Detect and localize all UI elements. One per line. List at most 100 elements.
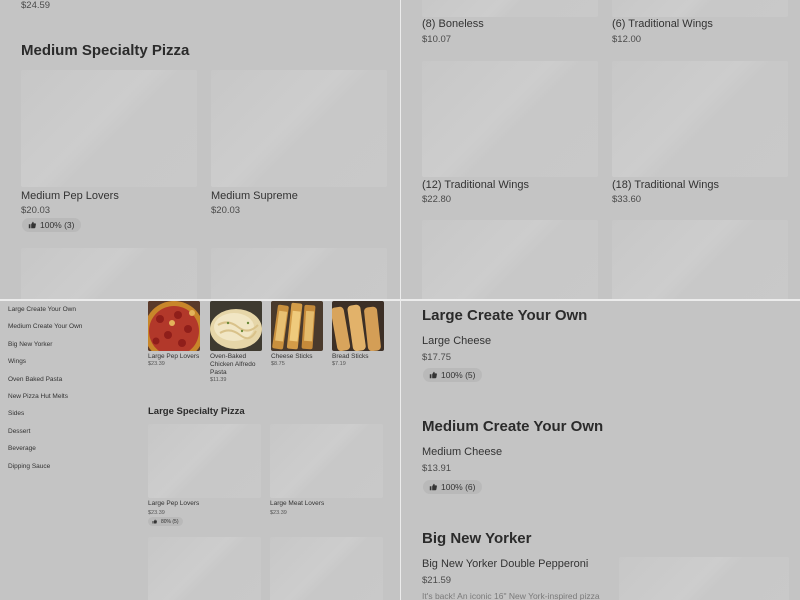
thumbs-up-icon (152, 519, 157, 524)
menu-item-name: (8) Boneless (422, 18, 484, 30)
pasta-illustration (210, 301, 262, 351)
split-divider-horizontal (0, 299, 800, 301)
sidebar-item-medium-create-your-own[interactable]: Medium Create Your Own (8, 323, 82, 330)
panel-top-left: $24.59 Medium Specialty Pizza Medium Pep… (0, 0, 400, 299)
previous-item-price: $24.59 (21, 0, 51, 11)
rating-value: 80% (5) (161, 518, 179, 525)
featured-item-card[interactable]: Cheese Sticks $8.75 (271, 301, 323, 367)
section-title: Medium Specialty Pizza (21, 42, 190, 59)
thumbs-up-icon (429, 483, 437, 491)
menu-item-price: $12.00 (612, 34, 642, 45)
menu-item-name: Medium Cheese (422, 446, 503, 458)
menu-item-image[interactable] (211, 248, 387, 299)
menu-item-image[interactable] (148, 537, 261, 600)
featured-item-price: $7.19 (332, 361, 346, 367)
menu-item-image[interactable] (612, 220, 788, 299)
sidebar-item-oven-baked-pasta[interactable]: Oven Baked Pasta (8, 376, 62, 383)
menu-item-price: $13.91 (422, 463, 452, 474)
menu-item-row[interactable]: Medium Cheese $13.91 (422, 446, 502, 474)
menu-item-image[interactable] (21, 248, 197, 299)
menu-item-name: Large Meat Lovers (270, 500, 325, 507)
sidebar-item-dipping-sauce[interactable]: Dipping Sauce (8, 463, 50, 470)
featured-item-price: $8.75 (271, 361, 285, 367)
menu-item-row[interactable]: Large Cheese $17.75 (422, 335, 491, 363)
menu-item-card[interactable]: (8) Boneless $10.07 (422, 18, 598, 45)
menu-item-card[interactable]: Medium Pep Lovers $20.03 (21, 70, 197, 225)
sidebar-item-wings[interactable]: Wings (8, 358, 26, 365)
featured-item-name: Oven-Baked Chicken Alfredo Pasta (210, 353, 256, 376)
section-title: Big New Yorker (422, 530, 532, 547)
menu-item-name: Large Pep Lovers (148, 500, 200, 507)
pizza-illustration (148, 301, 200, 351)
sidebar-item-dessert[interactable]: Dessert (8, 428, 30, 435)
sidebar-item-new-pizza-hut-melts[interactable]: New Pizza Hut Melts (8, 393, 68, 400)
bread-sticks-image (332, 301, 384, 351)
bread-sticks-illustration (332, 301, 384, 351)
menu-item-price: $21.59 (422, 575, 452, 586)
menu-item-price: $20.03 (21, 205, 51, 216)
menu-item-price: $17.75 (422, 352, 452, 363)
pasta-image (210, 301, 262, 351)
menu-item-image (21, 70, 197, 187)
menu-item-price: $22.80 (422, 194, 452, 205)
sidebar-item-beverage[interactable]: Beverage (8, 445, 36, 452)
menu-item-image (422, 0, 598, 17)
menu-item-image (422, 61, 598, 177)
menu-item-name: Medium Supreme (211, 190, 298, 202)
featured-item-name: Large Pep Lovers (148, 353, 200, 360)
featured-item-price: $11.39 (210, 377, 227, 383)
menu-item-image (612, 61, 788, 177)
thumbs-up-icon (429, 371, 437, 379)
menu-item-card[interactable]: (6) Traditional Wings $12.00 (612, 18, 788, 45)
menu-item-image (211, 70, 387, 187)
sidebar-item-sides[interactable]: Sides (8, 410, 24, 417)
rating-value: 100% (6) (441, 482, 476, 492)
sidebar-item-large-create-your-own[interactable]: Large Create Your Own (8, 306, 76, 313)
menu-item-price: $20.03 (211, 205, 241, 216)
cheese-sticks-illustration (271, 301, 323, 351)
rating-value: 100% (5) (441, 370, 476, 380)
menu-item-image (148, 424, 261, 498)
featured-item-card[interactable]: Large Pep Lovers $23.39 (148, 301, 200, 367)
panel-bottom-right: Large Create Your Own Large Cheese $17.7… (401, 301, 800, 600)
featured-item-price: $23.39 (148, 361, 165, 367)
menu-item-description: It's back! An iconic 16" New York-inspir… (422, 591, 600, 600)
menu-item-name: (12) Traditional Wings (422, 179, 529, 191)
menu-item-price: $33.60 (612, 194, 642, 205)
featured-item-card[interactable]: Bread Sticks $7.19 (332, 301, 384, 367)
menu-item-row[interactable]: Big New Yorker Double Pepperoni $21.59 I… (422, 558, 617, 600)
menu-item-card[interactable]: Large Pep Lovers $23.39 (148, 424, 261, 519)
sidebar-item-big-new-yorker[interactable]: Big New Yorker (8, 341, 52, 348)
rating-badge: 100% (6) (423, 480, 482, 494)
menu-item-image (619, 557, 789, 600)
menu-item-price: $23.39 (270, 510, 287, 516)
menu-item-name: (18) Traditional Wings (612, 179, 719, 191)
panel-bottom-left: Large Create Your Own Medium Create Your… (0, 301, 400, 600)
rating-badge: 80% (5) (148, 517, 183, 526)
featured-item-card[interactable]: Oven-Baked Chicken Alfredo Pasta $11.39 (210, 301, 262, 383)
featured-item-name: Cheese Sticks (271, 353, 313, 360)
section-title: Medium Create Your Own (422, 418, 604, 435)
menu-item-name: Medium Pep Lovers (21, 190, 119, 202)
thumbs-up-icon (28, 221, 36, 229)
section-title: Large Create Your Own (422, 307, 588, 324)
featured-item-name: Bread Sticks (332, 353, 369, 360)
menu-item-card[interactable]: Medium Supreme $20.03 (211, 70, 387, 225)
pizza-image (148, 301, 200, 351)
menu-item-price: $10.07 (422, 34, 452, 45)
cheese-sticks-image (271, 301, 323, 351)
menu-item-image (270, 424, 383, 498)
menu-item-name: (6) Traditional Wings (612, 18, 713, 30)
menu-item-name: Big New Yorker Double Pepperoni (422, 558, 589, 570)
menu-item-card[interactable]: Large Meat Lovers $23.39 (270, 424, 383, 519)
menu-item-image (612, 0, 788, 17)
section-title: Large Specialty Pizza (148, 406, 245, 417)
menu-item-image[interactable] (422, 220, 598, 299)
menu-item-image[interactable] (270, 537, 383, 600)
rating-badge: 100% (5) (423, 368, 482, 382)
rating-badge: 100% (3) (22, 218, 81, 232)
menu-item-price: $23.39 (148, 510, 165, 516)
menu-item-card[interactable]: (12) Traditional Wings $22.80 (422, 61, 598, 211)
panel-top-right: (8) Boneless $10.07 (6) Traditional Wing… (401, 0, 800, 299)
menu-item-card[interactable]: (18) Traditional Wings $33.60 (612, 61, 788, 211)
